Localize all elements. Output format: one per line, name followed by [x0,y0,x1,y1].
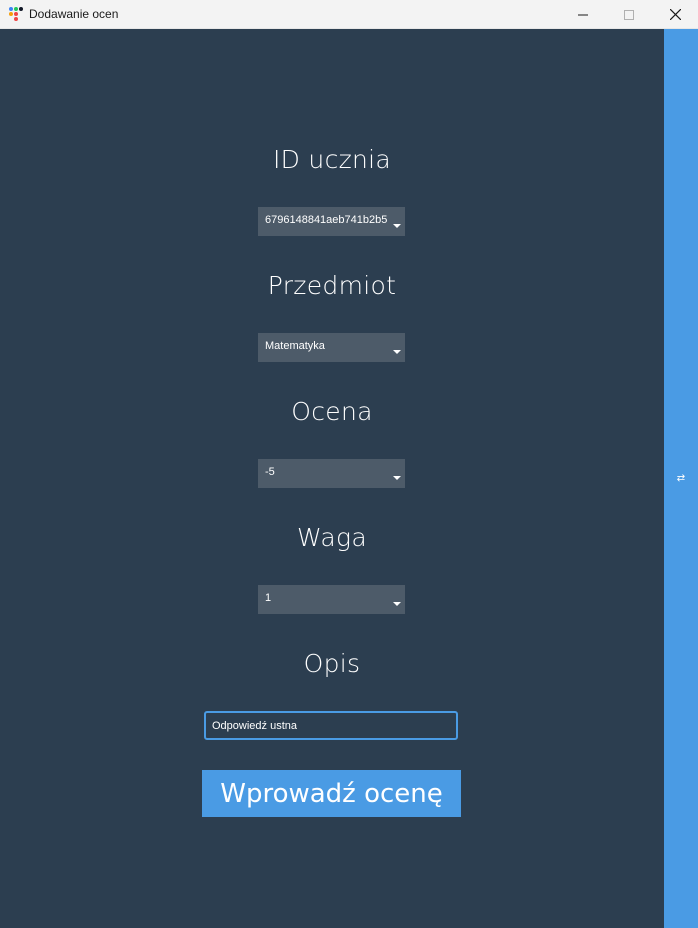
submit-grade-button[interactable]: Wprowadź ocenę [202,770,461,817]
close-icon [669,9,681,20]
chevron-down-icon [393,602,401,606]
close-button[interactable] [652,0,698,29]
subject-select[interactable]: Matematyka [258,333,405,362]
swap-icon[interactable]: ⇄ [664,469,698,489]
subject-value: Matematyka [265,340,325,352]
grade-label: Ocena [291,397,373,426]
student-id-select[interactable]: 6796148841aeb741b2b5 [258,207,405,236]
grade-select[interactable]: -5 [258,459,405,488]
description-input[interactable] [204,711,458,740]
student-id-value: 6796148841aeb741b2b5 [265,214,387,226]
side-panel: ⇄ [664,29,698,928]
title-bar: Dodawanie ocen [0,0,698,29]
maximize-icon [624,9,634,20]
grade-value: -5 [265,466,275,478]
window-title: Dodawanie ocen [29,7,119,21]
weight-select[interactable]: 1 [258,585,405,614]
main-panel: ID ucznia 6796148841aeb741b2b5 Przedmiot… [0,29,664,928]
minimize-button[interactable] [560,0,606,29]
app-icon [8,6,24,22]
weight-value: 1 [265,592,272,604]
chevron-down-icon [393,350,401,354]
student-id-label: ID ucznia [272,145,392,174]
weight-label: Waga [297,523,367,552]
description-label: Opis [303,649,361,678]
chevron-down-icon [393,224,401,228]
maximize-button[interactable] [606,0,652,29]
chevron-down-icon [393,476,401,480]
minimize-icon [578,14,588,15]
subject-label: Przedmiot [267,271,397,300]
